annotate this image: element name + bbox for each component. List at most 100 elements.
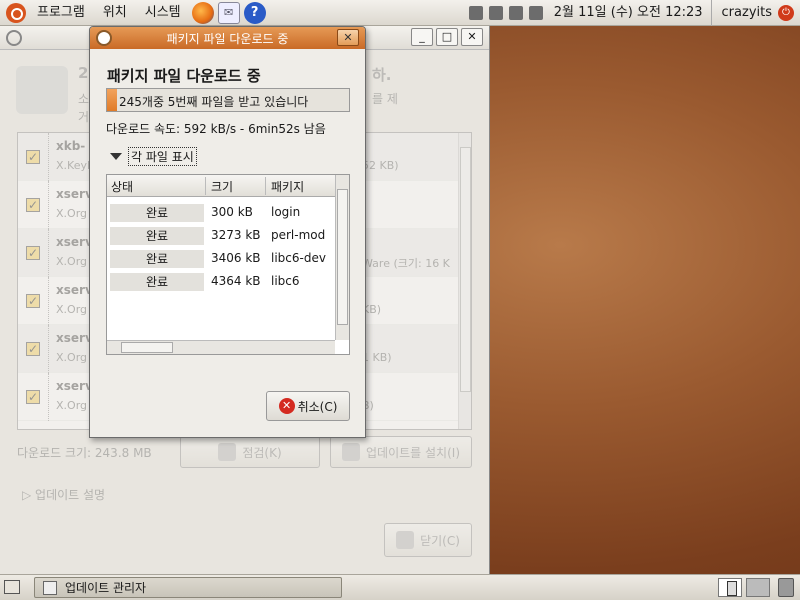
- power-icon[interactable]: ⏻: [778, 4, 794, 21]
- package-name: xkb-: [56, 139, 86, 153]
- cancel-icon: ✕: [278, 398, 295, 414]
- column-package[interactable]: 패키지: [271, 178, 304, 195]
- expander-label: 각 파일 표시: [128, 147, 197, 166]
- minimize-button[interactable]: _: [411, 28, 433, 46]
- download-progress-bar: 245개중 5번째 파일을 받고 있습니다: [106, 88, 350, 112]
- update-description-label: 업데이트 설명: [35, 488, 106, 502]
- dialog-heading: 패키지 파일 다운로드 중: [107, 67, 261, 85]
- file-status: 완료: [110, 204, 204, 222]
- close-window-button[interactable]: ✕: [461, 28, 483, 46]
- file-list-header: 상태 크기 패키지: [107, 175, 335, 197]
- package-size: 52 KB): [362, 159, 399, 172]
- workspace-2[interactable]: [746, 578, 770, 597]
- file-list-vertical-scrollbar[interactable]: [335, 175, 349, 340]
- package-desc: X.Org: [56, 303, 88, 316]
- taskbar-window-button[interactable]: 업데이트 관리자: [34, 577, 342, 598]
- check-button-label: 점검(K): [242, 445, 282, 460]
- download-dialog: 패키지 파일 다운로드 중 ✕ 패키지 파일 다운로드 중 245개중 5번째 …: [89, 26, 366, 438]
- download-speed: 다운로드 속도: 592 kB/s - 6min52s 남음: [106, 122, 326, 136]
- package-checkbox[interactable]: ✓: [26, 294, 40, 308]
- cancel-button-label: 취소(C): [297, 399, 338, 414]
- file-list-horizontal-scrollbar[interactable]: [107, 340, 335, 354]
- divider: [48, 325, 49, 373]
- divider: [205, 177, 206, 195]
- divider: [48, 181, 49, 229]
- file-size: 3406 kB: [211, 251, 261, 265]
- maximize-button[interactable]: □: [436, 28, 458, 46]
- divider: [48, 277, 49, 325]
- file-status: 완료: [110, 250, 204, 268]
- install-button-label: 업데이트를 설치(I): [366, 445, 460, 460]
- package-list-scrollbar[interactable]: [458, 133, 471, 429]
- help-launcher-icon[interactable]: ?: [243, 1, 266, 24]
- package-size: Ware (크기: 16 K: [362, 257, 450, 270]
- cancel-button[interactable]: ✕ 취소(C): [266, 391, 350, 421]
- main-menu: 프로그램 위치 시스템 ✉ ?: [0, 0, 268, 26]
- progress-text: 245개중 5번째 파일을 받고 있습니다: [119, 95, 309, 109]
- close-icon: [396, 531, 415, 549]
- table-row[interactable]: 완료 3406 kB libc6-dev: [107, 248, 335, 271]
- column-size[interactable]: 크기: [211, 178, 233, 195]
- update-description-expander[interactable]: ▷ 업데이트 설명: [22, 486, 105, 503]
- package-icon: [96, 30, 112, 46]
- clock[interactable]: 2월 11일 (수) 오전 12:23: [546, 0, 712, 26]
- package-desc: X.Org: [56, 207, 88, 220]
- table-row[interactable]: 완료 300 kB login: [107, 202, 335, 225]
- system-tray: 2월 11일 (수) 오전 12:23 crazyits ⏻: [466, 0, 800, 26]
- package-checkbox[interactable]: ✓: [26, 198, 40, 212]
- dialog-close-button[interactable]: ✕: [337, 29, 359, 46]
- show-files-expander[interactable]: 각 파일 표시: [110, 147, 197, 166]
- column-status[interactable]: 상태: [111, 178, 133, 195]
- package-checkbox[interactable]: ✓: [26, 246, 40, 260]
- update-manager-icon: [43, 580, 57, 595]
- close-button[interactable]: 닫기(C): [384, 523, 472, 557]
- printer-icon[interactable]: [508, 5, 523, 20]
- table-row[interactable]: 완료 4364 kB libc6: [107, 271, 335, 294]
- package-name: xserv: [56, 235, 93, 249]
- install-updates-button[interactable]: 업데이트를 설치(I): [330, 436, 472, 468]
- menu-system[interactable]: 시스템: [136, 0, 190, 26]
- header-subtitle-tail: 를 제: [372, 92, 398, 106]
- table-row[interactable]: 완료 3273 kB perl-mod: [107, 225, 335, 248]
- expand-arrow-icon: [110, 153, 122, 160]
- volume-icon[interactable]: [528, 5, 543, 20]
- menu-applications[interactable]: 프로그램: [28, 0, 94, 26]
- network-icon[interactable]: [488, 5, 503, 20]
- file-package: libc6-dev: [271, 251, 326, 265]
- file-status: 완료: [110, 227, 204, 245]
- package-name: xserv: [56, 187, 93, 201]
- header-subtitle: 거: [78, 110, 90, 124]
- divider: [48, 229, 49, 277]
- mail-launcher-icon[interactable]: ✉: [217, 1, 240, 24]
- package-name: xserv: [56, 331, 93, 345]
- package-checkbox[interactable]: ✓: [26, 150, 40, 164]
- file-status: 완료: [110, 273, 204, 291]
- top-panel: 프로그램 위치 시스템 ✉ ? 2월 11일 (수) 오전 12:23 craz…: [0, 0, 800, 26]
- check-button[interactable]: 점검(K): [180, 436, 320, 468]
- user-switcher[interactable]: crazyits: [712, 0, 778, 26]
- file-package: perl-mod: [271, 228, 326, 242]
- update-notifier-icon[interactable]: [468, 5, 483, 20]
- menu-places[interactable]: 위치: [94, 0, 136, 26]
- trash-icon[interactable]: [778, 578, 794, 597]
- dialog-title: 패키지 파일 다운로드 중: [166, 31, 289, 46]
- package-name: xserv: [56, 283, 93, 297]
- package-desc: X.Org: [56, 255, 88, 268]
- divider: [48, 133, 49, 181]
- show-desktop-icon[interactable]: [4, 580, 20, 594]
- divider: [48, 373, 49, 421]
- divider: [265, 177, 266, 195]
- ubuntu-logo-icon[interactable]: [6, 2, 26, 23]
- package-checkbox[interactable]: ✓: [26, 342, 40, 356]
- close-button-label: 닫기(C): [420, 533, 460, 548]
- firefox-launcher-icon[interactable]: [191, 1, 214, 24]
- dialog-titlebar[interactable]: 패키지 파일 다운로드 중 ✕: [90, 27, 365, 49]
- workspace-1[interactable]: [718, 578, 742, 597]
- download-size: 다운로드 크기: 243.8 MB: [17, 446, 152, 460]
- package-desc: X.Org: [56, 351, 88, 364]
- package-desc: X.Org: [56, 399, 88, 412]
- package-size: 1 KB): [362, 351, 392, 364]
- update-header-icon: [16, 66, 68, 114]
- file-package: libc6: [271, 274, 300, 288]
- package-checkbox[interactable]: ✓: [26, 390, 40, 404]
